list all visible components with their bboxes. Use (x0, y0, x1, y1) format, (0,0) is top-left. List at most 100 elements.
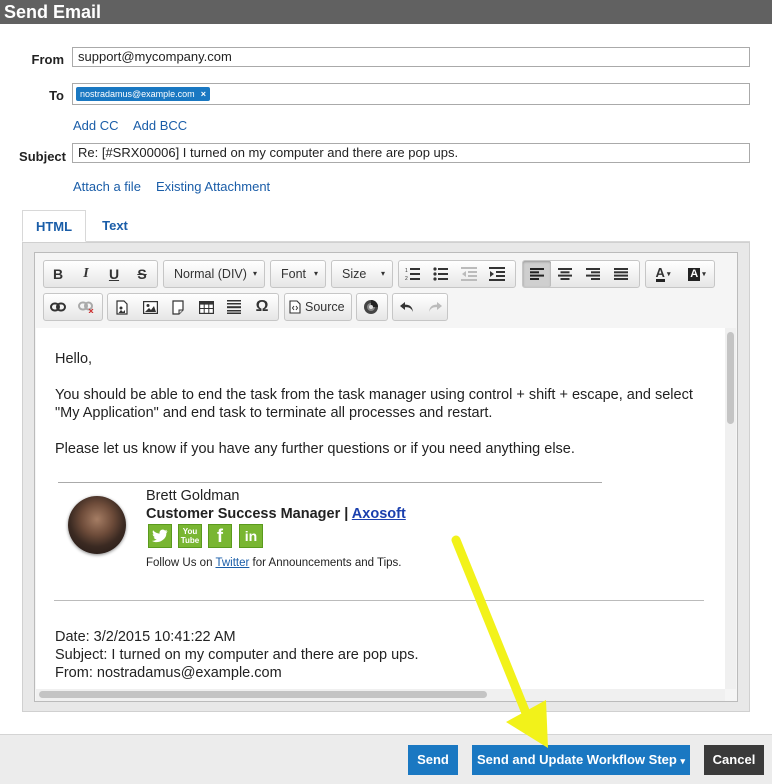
bold-button[interactable]: B (44, 261, 72, 287)
signature-company-link[interactable]: Axosoft (352, 506, 406, 522)
text-color-button[interactable]: A ▾ (646, 261, 680, 287)
quoted-from: From: nostradamus@example.com (55, 665, 282, 681)
strikethrough-button[interactable]: S (128, 261, 156, 287)
basic-styles-group: B I U S (43, 260, 158, 288)
font-dropdown[interactable]: Font ▾ (270, 260, 326, 288)
vertical-scroll-thumb[interactable] (727, 332, 734, 424)
tab-html[interactable]: HTML (22, 210, 86, 242)
chevron-down-icon: ▾ (252, 269, 257, 278)
spellcheck-icon[interactable] (357, 294, 385, 320)
signature-role: Customer Success Manager | (146, 506, 352, 522)
recipient-chip-label: nostradamus@example.com (80, 89, 195, 99)
youtube-text-top: You (182, 527, 198, 536)
undo-icon[interactable] (393, 294, 421, 320)
cancel-button[interactable]: Cancel (704, 745, 764, 775)
link-icon[interactable] (44, 294, 72, 320)
background-color-button[interactable]: A ▾ (680, 261, 714, 287)
underline-button[interactable]: U (100, 261, 128, 287)
redo-icon[interactable] (421, 294, 449, 320)
list-indent-group: 12 (398, 260, 516, 288)
quoted-date: Date: 3/2/2015 10:41:22 AM (55, 629, 236, 645)
horizontal-scrollbar[interactable] (36, 689, 725, 701)
source-group: Source (284, 293, 352, 321)
image-icon[interactable] (136, 294, 164, 320)
body-greeting: Hello, (55, 351, 93, 367)
chevron-down-icon: ▾ (702, 271, 706, 278)
text-color-icon: A (655, 264, 665, 282)
bulleted-list-icon[interactable] (427, 261, 455, 287)
signature-title: Customer Success Manager | Axosoft (146, 505, 406, 523)
font-dropdown-value: Font (281, 267, 307, 281)
align-right-icon[interactable] (579, 261, 607, 287)
unlink-icon[interactable] (72, 294, 100, 320)
quoted-subject: Subject: I turned on my computer and the… (55, 647, 419, 663)
twitter-link[interactable]: Twitter (215, 557, 249, 569)
to-label: To (49, 88, 64, 103)
italic-button[interactable]: I (72, 261, 100, 287)
history-group (392, 293, 448, 321)
justify-icon[interactable] (607, 261, 635, 287)
editor-content[interactable]: Hello, You should be able to end the tas… (36, 328, 725, 689)
attach-file-link[interactable]: Attach a file (73, 179, 141, 194)
link-group (43, 293, 103, 321)
align-left-icon[interactable] (523, 261, 551, 287)
existing-attachment-link[interactable]: Existing Attachment (156, 179, 270, 194)
from-field[interactable]: support@mycompany.com (72, 47, 750, 67)
twitter-icon[interactable] (148, 524, 172, 548)
tab-text[interactable]: Text (86, 210, 144, 242)
indent-icon[interactable] (483, 261, 511, 287)
horizontal-rule-icon[interactable] (220, 294, 248, 320)
add-cc-link[interactable]: Add CC (73, 118, 119, 133)
table-icon[interactable] (192, 294, 220, 320)
quote-divider (54, 600, 704, 601)
youtube-text-bottom: Tube (180, 536, 200, 545)
chevron-down-icon: ▾ (313, 269, 318, 278)
send-and-update-label: Send and Update Workflow Step (477, 752, 677, 767)
size-dropdown-value: Size (342, 267, 367, 281)
source-button[interactable]: Source (285, 294, 349, 320)
chevron-down-icon: ▾ (380, 269, 385, 278)
source-icon (289, 300, 301, 314)
facebook-icon[interactable]: f (208, 524, 232, 548)
background-color-icon: A (688, 267, 701, 281)
color-group: A ▾ A ▾ (645, 260, 715, 288)
numbered-list-icon[interactable]: 12 (399, 261, 427, 287)
spellcheck-group (356, 293, 388, 321)
format-dropdown-value: Normal (DIV) (174, 267, 247, 281)
recipient-chip: nostradamus@example.com × (76, 87, 210, 101)
dialog-title: Send Email (0, 0, 772, 24)
follow-suffix: for Announcements and Tips. (249, 557, 402, 569)
send-and-update-workflow-button[interactable]: Send and Update Workflow Step ▾ (472, 745, 690, 775)
signature-divider (58, 482, 602, 483)
linkedin-icon[interactable]: in (239, 524, 263, 548)
follow-prefix: Follow Us on (146, 557, 216, 569)
subject-field[interactable]: Re: [#SRX00006] I turned on my computer … (72, 143, 750, 163)
chevron-down-icon: ▾ (680, 756, 685, 766)
source-label: Source (305, 300, 345, 314)
signature-avatar (68, 496, 126, 554)
chevron-down-icon: ▾ (666, 271, 671, 278)
remove-recipient-icon[interactable]: × (201, 89, 206, 99)
subject-label: Subject (19, 149, 66, 164)
signature-name: Brett Goldman (146, 488, 240, 504)
signature-follow-text: Follow Us on Twitter for Announcements a… (146, 554, 402, 572)
from-label: From (31, 52, 65, 67)
youtube-icon[interactable]: You Tube (178, 524, 202, 548)
vertical-scrollbar[interactable] (725, 328, 736, 689)
svg-text:2: 2 (405, 276, 408, 281)
horizontal-scroll-thumb[interactable] (39, 691, 487, 698)
send-button[interactable]: Send (408, 745, 458, 775)
format-dropdown[interactable]: Normal (DIV) ▾ (163, 260, 265, 288)
align-center-icon[interactable] (551, 261, 579, 287)
svg-text:1: 1 (405, 268, 408, 274)
outdent-icon[interactable] (455, 261, 483, 287)
insert-group: Ω (107, 293, 279, 321)
body-paragraph-line2: "My Application" and end task to termina… (55, 405, 493, 421)
special-character-icon[interactable]: Ω (248, 294, 276, 320)
body-paragraph-2: Please let us know if you have any furth… (55, 441, 575, 457)
body-paragraph-line1: You should be able to end the task from … (55, 387, 693, 403)
insert-file-icon[interactable] (108, 294, 136, 320)
size-dropdown[interactable]: Size ▾ (331, 260, 393, 288)
add-bcc-link[interactable]: Add BCC (133, 118, 187, 133)
template-icon[interactable] (164, 294, 192, 320)
